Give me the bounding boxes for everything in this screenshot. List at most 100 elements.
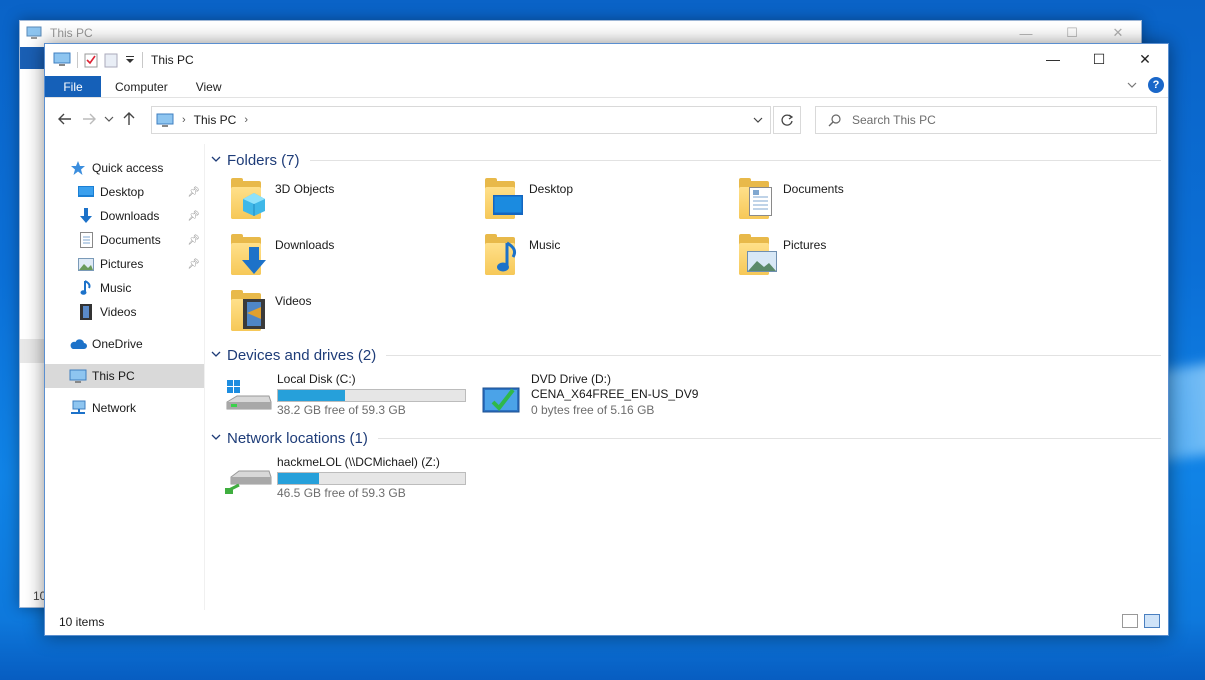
tab-view[interactable]: View [182, 76, 236, 97]
up-button[interactable] [117, 107, 141, 131]
drive-item-dvd[interactable]: DVD Drive (D:) CENA_X64FREE_EN-US_DV9 0 … [479, 372, 698, 420]
folder-name: 3D Objects [275, 182, 335, 196]
nav-item-videos[interactable]: Videos [45, 300, 204, 324]
chevron-down-icon[interactable] [211, 350, 227, 361]
group-header-network[interactable]: Network locations (1) [211, 430, 1161, 447]
address-dropdown-button[interactable] [746, 107, 770, 133]
background-file-tab[interactable] [20, 47, 46, 69]
nav-label: Desktop [100, 185, 145, 199]
nav-item-documents[interactable]: Documents 📌︎ [45, 228, 204, 252]
star-icon [69, 159, 87, 177]
folder-downloads-icon [229, 233, 273, 277]
desktop-icon [77, 183, 95, 201]
maximize-button[interactable]: ☐ [1076, 44, 1122, 74]
drive-free-space: 38.2 GB free of 59.3 GB [277, 403, 406, 417]
group-header-folders[interactable]: Folders (7) [211, 152, 1161, 169]
nav-onedrive[interactable]: OneDrive [45, 332, 204, 356]
nav-this-pc[interactable]: This PC [45, 364, 204, 388]
nav-item-downloads[interactable]: Downloads 📌︎ [45, 204, 204, 228]
drive-usage-bar [277, 389, 466, 402]
new-folder-icon[interactable] [104, 52, 118, 68]
expand-ribbon-icon[interactable] [1126, 79, 1138, 91]
close-icon[interactable]: ✕ [1095, 21, 1141, 45]
nav-network[interactable]: Network [45, 396, 204, 420]
folder-item-3d-objects[interactable]: 3D Objects [229, 177, 334, 221]
window-title: This PC [151, 53, 194, 67]
folder-item-videos[interactable]: Videos [229, 289, 311, 333]
nav-label: Music [100, 281, 132, 295]
search-input[interactable] [852, 113, 1132, 127]
group-header-devices[interactable]: Devices and drives (2) [211, 347, 1161, 364]
pin-icon[interactable]: 📌︎ [187, 259, 200, 270]
drive-free-space: 0 bytes free of 5.16 GB [531, 403, 655, 417]
pin-icon[interactable]: 📌︎ [187, 211, 200, 222]
recent-locations-button[interactable] [101, 107, 117, 131]
tab-file[interactable]: File [45, 76, 101, 97]
chevron-down-icon[interactable] [211, 155, 227, 166]
toolbar-divider [142, 52, 143, 68]
nav-item-pictures[interactable]: Pictures 📌︎ [45, 252, 204, 276]
folder-name: Documents [783, 182, 844, 196]
refresh-icon [781, 114, 794, 126]
folder-item-downloads[interactable]: Downloads [229, 233, 334, 277]
customize-toolbar-icon[interactable] [124, 54, 136, 66]
folder-pictures-icon [737, 233, 781, 277]
chevron-down-icon [104, 116, 114, 122]
minimize-button[interactable]: — [1030, 44, 1076, 74]
details-view-icon[interactable] [1122, 614, 1138, 628]
pin-icon[interactable]: 📌︎ [187, 235, 200, 246]
nav-quick-access[interactable]: Quick access [45, 156, 204, 180]
nav-label: Network [92, 401, 137, 415]
group-label: Network locations (1) [227, 430, 368, 447]
folder-name: Videos [275, 294, 312, 308]
help-button[interactable]: ? [1148, 77, 1164, 93]
nav-label: Documents [100, 233, 161, 247]
nav-item-music[interactable]: Music [45, 276, 204, 300]
toolbar-divider [77, 52, 78, 68]
maximize-icon[interactable]: ☐ [1049, 21, 1095, 45]
forward-button[interactable] [77, 107, 101, 131]
search-icon [828, 114, 841, 127]
refresh-button[interactable] [773, 106, 801, 134]
folder-item-music[interactable]: Music [483, 233, 560, 277]
forward-arrow-icon [83, 113, 96, 125]
folder-item-desktop[interactable]: Desktop [483, 177, 573, 221]
folder-documents-icon [737, 177, 781, 221]
large-icons-view-icon[interactable] [1144, 614, 1160, 628]
search-box[interactable] [815, 106, 1157, 134]
nav-label: Pictures [100, 257, 144, 271]
background-title-bar: This PC — ☐ ✕ [20, 21, 1141, 45]
group-divider [377, 438, 1161, 439]
folder-name: Downloads [275, 238, 335, 252]
title-bar[interactable]: This PC — ☐ ✕ [45, 44, 1168, 76]
drive-free-space: 46.5 GB free of 59.3 GB [277, 486, 406, 500]
back-button[interactable] [53, 107, 77, 131]
breadcrumb-separator-icon[interactable]: › [244, 114, 248, 126]
nav-item-desktop[interactable]: Desktop 📌︎ [45, 180, 204, 204]
chevron-down-icon[interactable] [211, 433, 227, 444]
pin-icon[interactable]: 📌︎ [187, 187, 200, 198]
up-arrow-icon [123, 112, 135, 125]
breadcrumb-separator-icon[interactable]: › [182, 114, 186, 126]
nav-label: Quick access [92, 161, 164, 175]
group-divider [386, 355, 1161, 356]
folder-name: Pictures [783, 238, 827, 252]
minimize-icon[interactable]: — [1003, 21, 1049, 45]
tab-computer[interactable]: Computer [101, 76, 182, 97]
dvd-drive-icon [479, 372, 527, 420]
status-bar: 10 items [45, 609, 1168, 635]
address-bar[interactable]: › This PC › [151, 106, 771, 134]
folder-item-pictures[interactable]: Pictures [737, 233, 826, 277]
network-drive-item[interactable]: hackmeLOL (\\DCMichael) (Z:) 46.5 GB fre… [225, 455, 466, 503]
drive-name: DVD Drive (D:) [531, 372, 611, 386]
properties-icon[interactable] [84, 52, 98, 68]
nav-label: Videos [100, 305, 137, 319]
folder-3d-objects-icon [229, 177, 273, 221]
folder-item-documents[interactable]: Documents [737, 177, 844, 221]
file-explorer-window[interactable]: This PC — ☐ ✕ File Computer View ? › Thi… [44, 43, 1169, 636]
drive-item-local-disk[interactable]: Local Disk (C:) 38.2 GB free of 59.3 GB [225, 372, 466, 420]
nav-label: This PC [92, 369, 135, 383]
computer-icon [53, 52, 71, 66]
close-button[interactable]: ✕ [1122, 44, 1168, 74]
breadcrumb-this-pc[interactable]: This PC [194, 113, 237, 127]
